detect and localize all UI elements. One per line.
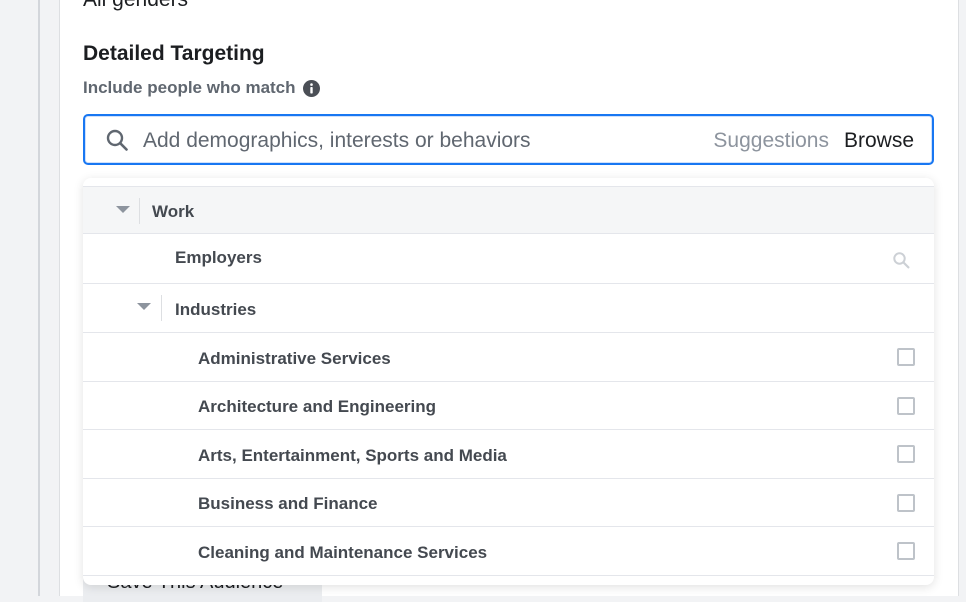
industry-item-row[interactable]: Architecture and Engineering (83, 382, 934, 430)
industry-item-checkbox[interactable] (897, 494, 915, 512)
tree-row-industries[interactable]: Industries (83, 284, 934, 333)
detailed-targeting-search-box: Suggestions Browse (83, 114, 934, 165)
industry-item-checkbox[interactable] (897, 542, 915, 560)
industry-item-checkbox[interactable] (897, 445, 915, 463)
industry-item-checkbox[interactable] (897, 348, 915, 366)
info-icon[interactable] (302, 79, 320, 97)
tree-row-label: Employers (175, 248, 262, 267)
industry-item-label: Architecture and Engineering (198, 397, 437, 416)
tree-row-label: Work (152, 202, 195, 221)
caret-down-icon[interactable] (137, 303, 151, 310)
detailed-targeting-subtitle: Include people who match (83, 78, 320, 98)
industry-item-label: Business and Finance (198, 494, 378, 513)
industry-item-label: Cleaning and Maintenance Services (198, 543, 488, 562)
industry-item-row[interactable]: Business and Finance (83, 479, 934, 527)
gender-value: All genders (83, 0, 188, 12)
industry-item-row[interactable]: Cleaning and Maintenance Services (83, 527, 934, 576)
caret-divider (139, 198, 140, 224)
browse-dropdown: Work Employers Industries Administrative… (83, 178, 934, 585)
include-people-label: Include people who match (83, 78, 296, 97)
search-icon (105, 128, 129, 152)
suggestions-tab[interactable]: Suggestions (713, 129, 829, 153)
industry-item-row[interactable]: Arts, Entertainment, Sports and Media (83, 430, 934, 479)
search-icon[interactable] (892, 251, 910, 269)
tree-row-work[interactable]: Work (83, 186, 934, 234)
browse-tab[interactable]: Browse (844, 129, 914, 153)
industry-item-label: Administrative Services (198, 349, 391, 368)
industry-item-label: Arts, Entertainment, Sports and Media (198, 446, 507, 465)
left-rail-divider (38, 0, 40, 596)
detailed-targeting-search-input[interactable] (143, 126, 683, 156)
tree-row-label: Industries (175, 300, 257, 319)
industry-item-row[interactable]: Administrative Services (83, 333, 934, 382)
tree-row-employers[interactable]: Employers (83, 234, 934, 284)
detailed-targeting-title: Detailed Targeting (83, 42, 265, 65)
caret-divider (161, 295, 162, 321)
caret-down-icon[interactable] (116, 206, 130, 213)
industry-item-checkbox[interactable] (897, 397, 915, 415)
